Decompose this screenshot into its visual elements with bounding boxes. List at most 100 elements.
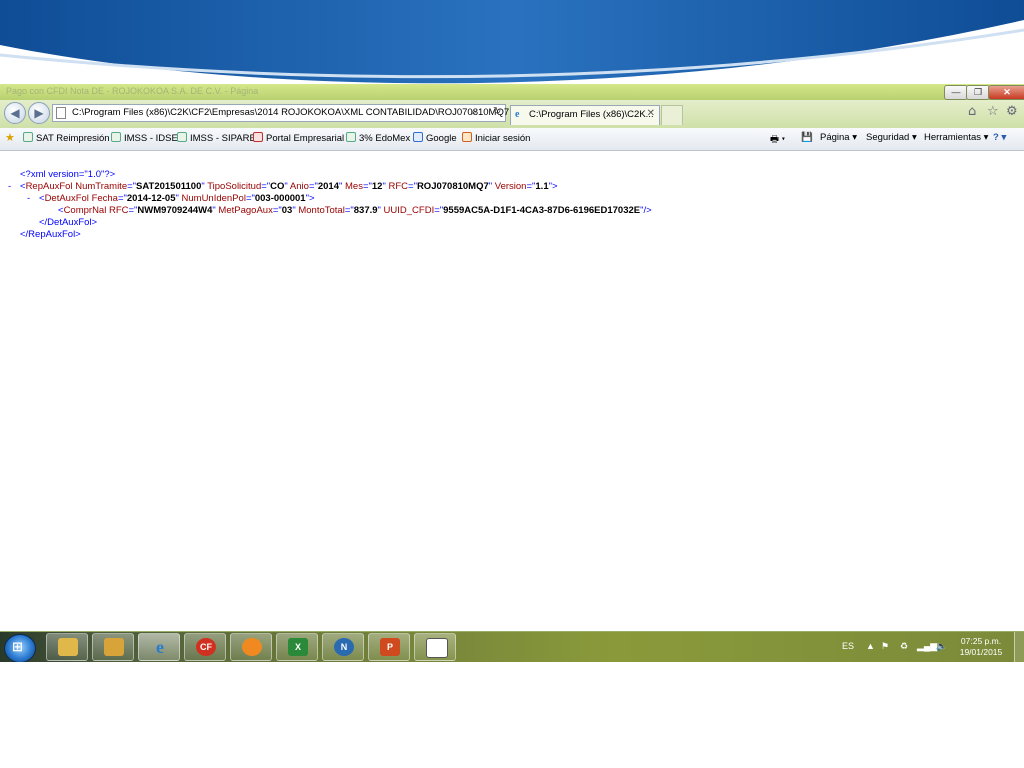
back-button[interactable]: ◀ <box>4 102 26 124</box>
taskbar-app-explorer[interactable] <box>46 633 88 661</box>
taskbar-app-excel[interactable]: X <box>276 633 318 661</box>
xml-attr-name: NumUnIdenPol <box>181 193 246 204</box>
xml-attr-value: SAT201501100 <box>136 181 202 192</box>
favorite-link[interactable]: Portal Empresarial <box>253 132 344 144</box>
xml-attr-name: Mes <box>345 181 363 192</box>
print-icon[interactable]: 🖶 ▾ <box>770 132 785 148</box>
xml-attr-value: 003-000001 <box>254 193 306 204</box>
cf-app-icon: CF <box>196 638 216 656</box>
gear-icon[interactable]: ⚙ <box>1006 104 1018 119</box>
minimize-button[interactable]: — <box>944 85 968 100</box>
system-clock[interactable]: 07:25 p.m. 19/01/2015 <box>956 636 1006 658</box>
n-app-icon: N <box>334 638 354 656</box>
tab-close-icon[interactable]: ✕ <box>647 108 655 119</box>
signal-icon[interactable]: ▂▄▆ <box>917 641 937 652</box>
xml-attr-value: 9559AC5A-D1F1-4CA3-87D6-6196ED17032E <box>443 205 641 216</box>
language-indicator[interactable]: ES <box>842 641 854 651</box>
xml-tag-name: ComprNal <box>63 205 107 216</box>
forward-button[interactable]: ▶ <box>28 102 50 124</box>
home-icon[interactable]: ⌂ <box>968 104 976 119</box>
xml-attr-name: RFC <box>388 181 409 192</box>
taskbar-app-internet-explorer[interactable]: e <box>138 633 180 661</box>
favorites-bar: ★ SAT Reimpresión IMSS - IDSE IMSS - SIP… <box>0 128 1024 151</box>
xml-detail-open: - <DetAuxFol Fecha="2014-12-05" NumUnIden… <box>27 193 315 204</box>
ie-tab-icon: e <box>515 109 520 120</box>
xml-attr-value: 2014 <box>317 181 339 192</box>
xml-attr-value: 837.9 <box>353 205 378 216</box>
favorite-link[interactable]: IMSS - IDSE <box>111 132 178 144</box>
address-bar[interactable]: C:\Program Files (x86)\C2K\CF2\Empresas\… <box>52 104 510 122</box>
xml-attr-value: CO <box>270 181 285 192</box>
favorite-label: Google <box>426 133 457 144</box>
folder-icon <box>104 638 124 656</box>
favorites-star-icon[interactable]: ★ <box>5 131 15 144</box>
xml-attr-value: NWM9709244W4 <box>137 205 213 216</box>
xml-attr-name: MontoTotal <box>298 205 345 216</box>
slide-header-banner <box>0 0 1024 90</box>
xml-attr-name: MetPagoAux <box>218 205 273 216</box>
start-button[interactable]: ⊞ <box>4 634 36 662</box>
xml-root-close: </RepAuxFol> <box>20 229 81 240</box>
taskbar-app-folder[interactable] <box>92 633 134 661</box>
close-button[interactable]: ✕ <box>988 85 1024 100</box>
favorite-label: IMSS - SIPARE <box>190 133 256 144</box>
page-icon <box>346 132 356 142</box>
xml-attr-value: 2014-12-05 <box>126 193 176 204</box>
taskbar-app-powerpoint[interactable]: P <box>368 633 410 661</box>
xml-root-open: - <RepAuxFol NumTramite="SAT201501100" Ti… <box>8 181 558 192</box>
xml-document: <?xml version="1.0"?> - <RepAuxFol NumTra… <box>0 151 1024 631</box>
xml-attr-name: RFC <box>108 205 129 216</box>
xml-attr-name: TipoSolicitud <box>207 181 262 192</box>
search-icon[interactable]: ⌕ <box>471 107 477 118</box>
show-desktop-button[interactable] <box>1014 632 1024 662</box>
clock-date: 19/01/2015 <box>959 647 1003 657</box>
refresh-icon[interactable]: ↻ <box>493 106 501 117</box>
collapse-toggle[interactable]: - <box>27 193 30 204</box>
taskbar-app-document[interactable] <box>414 633 456 661</box>
xml-tag-name: RepAuxFol <box>25 181 73 192</box>
help-menu[interactable]: ? ▾ <box>993 132 1006 143</box>
show-hidden-icons-icon[interactable]: ▲ <box>866 641 875 651</box>
page-menu[interactable]: Página ▾ <box>820 132 857 143</box>
xml-tag-name: DetAuxFol <box>44 193 89 204</box>
excel-icon: X <box>288 638 308 656</box>
window-titlebar: Pago con CFDI Nota DE - ROJOKOKOA S.A. D… <box>0 84 1024 100</box>
page-icon <box>23 132 33 142</box>
xml-attr-value: 12 <box>371 181 383 192</box>
favorite-link[interactable]: IMSS - SIPARE <box>177 132 256 144</box>
collapse-toggle[interactable]: - <box>8 181 11 192</box>
sync-icon[interactable]: ♻ <box>900 641 908 652</box>
taskbar-app-n[interactable]: N <box>322 633 364 661</box>
taskbar-app-nomipaq[interactable] <box>230 633 272 661</box>
favorite-label: Iniciar sesión <box>475 133 531 144</box>
tab-title: C:\Program Files (x86)\C2K... <box>529 109 654 120</box>
page-icon <box>56 107 66 119</box>
favorite-link[interactable]: Google <box>413 132 457 144</box>
address-url: C:\Program Files (x86)\C2K\CF2\Empresas\… <box>72 107 510 118</box>
page-icon <box>111 132 121 142</box>
save-icon[interactable]: 💾 <box>801 132 813 143</box>
favorite-link[interactable]: Iniciar sesión <box>462 132 530 144</box>
windows-icon <box>462 132 472 142</box>
page-icon <box>177 132 187 142</box>
powerpoint-icon: P <box>380 638 400 656</box>
restore-button[interactable]: ❐ <box>966 85 990 100</box>
new-tab-button[interactable] <box>661 105 683 125</box>
flag-icon[interactable]: ⚑ <box>881 641 889 652</box>
document-icon <box>426 638 448 658</box>
window-title: Pago con CFDI Nota DE - ROJOKOKOA S.A. D… <box>6 86 259 96</box>
xml-attr-value: 03 <box>281 205 293 216</box>
favorite-link[interactable]: 3% EdoMex <box>346 132 410 144</box>
favorite-label: IMSS - IDSE <box>124 133 178 144</box>
volume-icon[interactable]: 🔈 <box>936 641 947 652</box>
favorites-star-icon[interactable]: ☆ <box>987 104 999 119</box>
browser-tab[interactable]: e C:\Program Files (x86)\C2K... ✕ <box>510 105 660 125</box>
security-menu[interactable]: Seguridad ▾ <box>866 132 917 143</box>
xml-compr-element: <ComprNal RFC="NWM9709244W4" MetPagoAux=… <box>58 205 652 216</box>
xml-attr-name: Fecha <box>91 193 118 204</box>
tools-menu[interactable]: Herramientas ▾ <box>924 132 988 143</box>
xml-attr-name: NumTramite <box>75 181 128 192</box>
taskbar-app-cf[interactable]: CF <box>184 633 226 661</box>
xml-declaration: <?xml version="1.0"?> <box>20 169 116 180</box>
favorite-link[interactable]: SAT Reimpresión <box>23 132 110 144</box>
